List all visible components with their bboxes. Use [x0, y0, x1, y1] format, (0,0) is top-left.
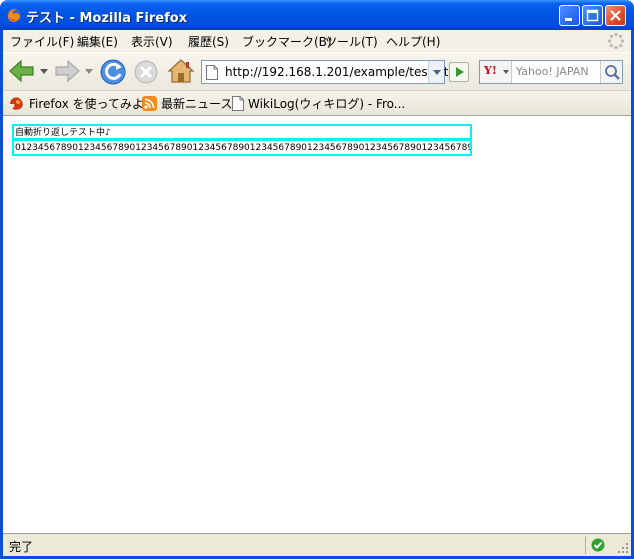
status-ok-icon[interactable]: [591, 538, 605, 552]
menu-help[interactable]: ヘルプ(H): [386, 33, 440, 50]
firefox-bookmark-icon: [10, 97, 23, 110]
url-history-dropdown[interactable]: [428, 61, 444, 83]
firefox-logo-icon: [7, 8, 21, 22]
title-bar[interactable]: テスト - Mozilla Firefox: [0, 0, 634, 30]
maximize-button[interactable]: [582, 5, 603, 26]
browser-window: テスト - Mozilla Firefox ファイル(F) 編集(E) 表示(V…: [0, 0, 634, 559]
menu-bar: ファイル(F) 編集(E) 表示(V) 履歴(S) ブックマーク(B) ツール(…: [3, 30, 631, 52]
bookmark-latest-news[interactable]: 最新ニュース: [142, 95, 232, 112]
bookmark-firefox-start[interactable]: Firefox を使ってみよう: [9, 95, 156, 112]
minimize-button[interactable]: [559, 5, 580, 26]
menu-tools[interactable]: ツール(T): [325, 33, 378, 50]
menu-bookmarks[interactable]: ブックマーク(B): [242, 33, 332, 50]
search-input[interactable]: Yahoo! JAPAN: [516, 65, 589, 78]
maximize-icon: [586, 9, 599, 22]
yahoo-logo-icon: Y!: [484, 64, 497, 77]
browser-client: ファイル(F) 編集(E) 表示(V) 履歴(S) ブックマーク(B) ツール(…: [3, 30, 631, 556]
back-arrow-icon[interactable]: [8, 58, 36, 84]
search-icon: [605, 65, 620, 80]
reload-icon[interactable]: [99, 58, 127, 86]
menu-edit[interactable]: 編集(E): [77, 33, 118, 50]
status-divider: [585, 536, 586, 554]
minimize-icon: [565, 18, 572, 21]
search-box[interactable]: Y! Yahoo! JAPAN: [479, 60, 623, 84]
search-engine-dropdown-icon: [503, 70, 509, 74]
url-bar[interactable]: http://192.168.1.201/example/test.html: [201, 60, 463, 84]
stop-icon[interactable]: [133, 59, 159, 85]
bookmark-label: Firefox を使ってみよう: [29, 97, 156, 111]
search-engine-selector[interactable]: Y!: [480, 61, 512, 83]
status-text: 完了: [9, 540, 34, 554]
chevron-down-icon: [433, 70, 441, 75]
home-icon[interactable]: [167, 58, 195, 84]
rss-feed-icon: [142, 96, 157, 111]
go-arrow-icon: [456, 67, 464, 77]
bookmark-label: WikiLog(ウィキログ) - Fro...: [248, 97, 406, 111]
go-button[interactable]: [449, 62, 469, 82]
bookmark-wikilog[interactable]: WikiLog(ウィキログ) - Fro...: [232, 95, 405, 112]
page-bookmark-icon: [232, 96, 244, 111]
close-button[interactable]: [605, 5, 626, 26]
search-button[interactable]: [600, 61, 622, 83]
wrap-test-container: 自動折り返しテスト中♪ 0123456789012345678901234567…: [12, 124, 472, 156]
window-title: テスト - Mozilla Firefox: [26, 11, 188, 26]
page-content: 自動折り返しテスト中♪ 0123456789012345678901234567…: [3, 115, 631, 533]
bookmarks-toolbar: Firefox を使ってみよう 最新ニュース WikiLog(ウィキログ) - …: [3, 90, 631, 114]
text-box-heading: 自動折り返しテスト中♪: [12, 124, 472, 140]
menu-history[interactable]: 履歴(S): [188, 33, 229, 50]
resize-grip-icon[interactable]: [617, 542, 629, 554]
bookmark-label: 最新ニュース: [161, 97, 233, 111]
forward-history-dropdown-icon[interactable]: [85, 69, 93, 75]
back-history-dropdown-icon[interactable]: [40, 69, 48, 75]
menu-file[interactable]: ファイル(F): [10, 33, 74, 50]
status-bar: 完了: [3, 533, 631, 556]
text-box-digits: 0123456789012345678901234567890123456789…: [12, 140, 472, 156]
page-icon: [206, 65, 218, 80]
navigation-toolbar: http://192.168.1.201/example/test.html Y…: [3, 52, 631, 90]
menu-view[interactable]: 表示(V): [131, 33, 173, 50]
throbber-icon: [607, 32, 625, 50]
close-icon: [610, 10, 621, 21]
forward-arrow-icon[interactable]: [53, 58, 81, 84]
